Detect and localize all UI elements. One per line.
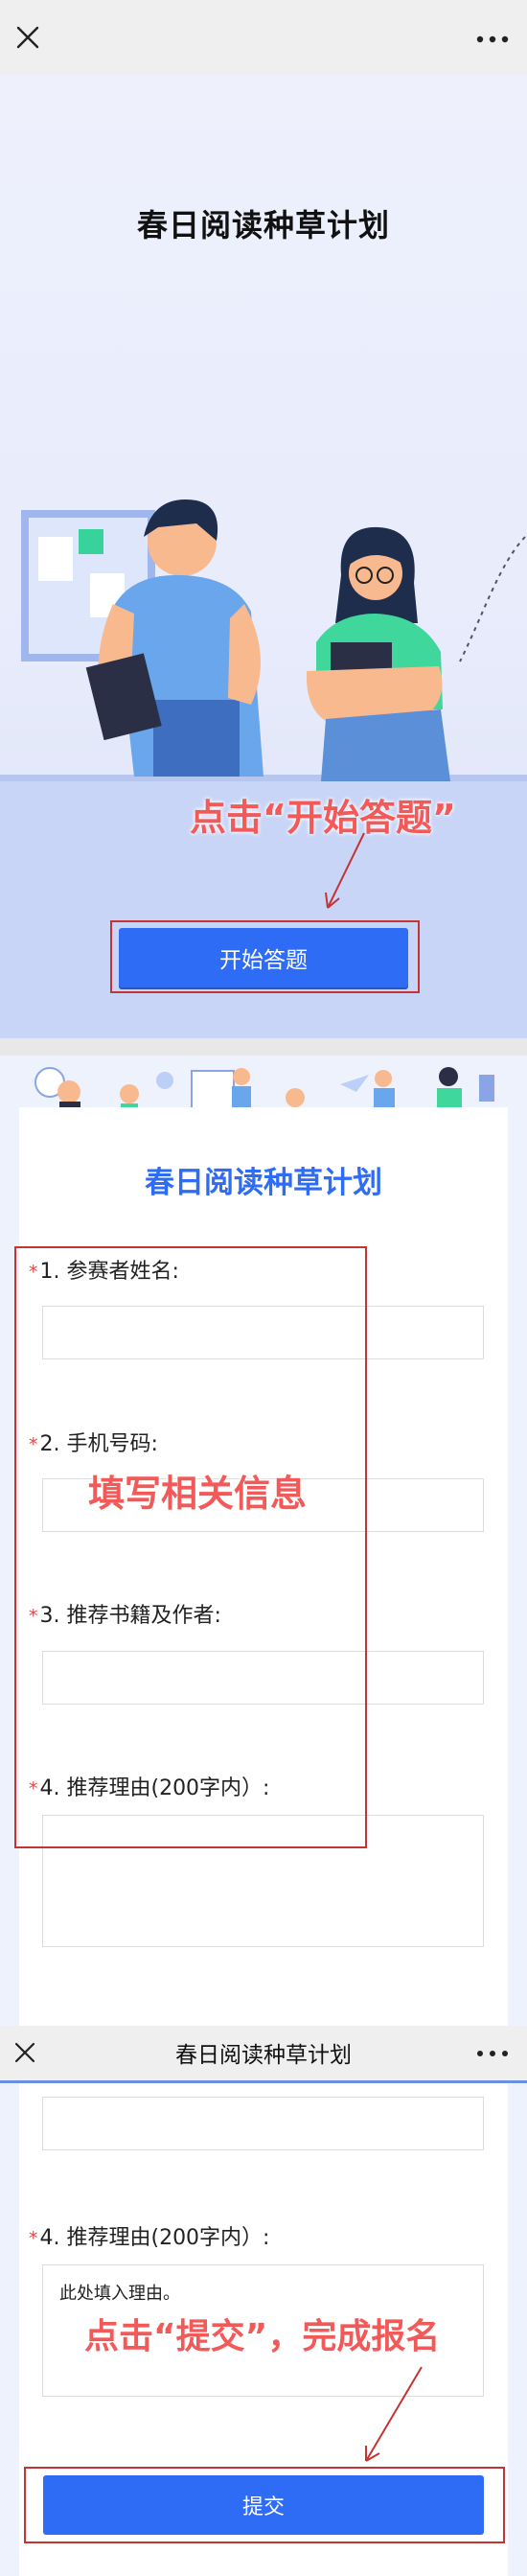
start-quiz-button[interactable]: 开始答题 [119, 928, 408, 987]
form-title: 春日阅读种草计划 [145, 1166, 382, 1200]
close-icon[interactable] [15, 25, 40, 50]
more-icon[interactable] [474, 2042, 511, 2065]
required-mark: * [29, 2228, 38, 2249]
book-author-input[interactable] [42, 2097, 484, 2150]
annotation-submit: 点击“提交”，完成报名 [84, 2317, 441, 2356]
section-divider [0, 1038, 527, 1056]
arrow-icon [365, 2366, 423, 2462]
hero-title: 春日阅读种草计划 [136, 207, 390, 244]
second-bar-title: 春日阅读种草计划 [175, 2043, 352, 2068]
fill-info-highlight [14, 1246, 367, 1848]
students-illustration [21, 499, 526, 781]
arrow-icon [325, 832, 365, 909]
annotation-fill-info: 填写相关信息 [88, 1473, 308, 1515]
submit-button[interactable]: 提交 [43, 2475, 484, 2535]
question-4-label: *4. 推荐理由(200字内）: [29, 2226, 270, 2250]
top-bar [0, 0, 527, 75]
more-icon[interactable] [474, 27, 511, 52]
reason-value: 此处填入理由。 [59, 2284, 180, 2304]
